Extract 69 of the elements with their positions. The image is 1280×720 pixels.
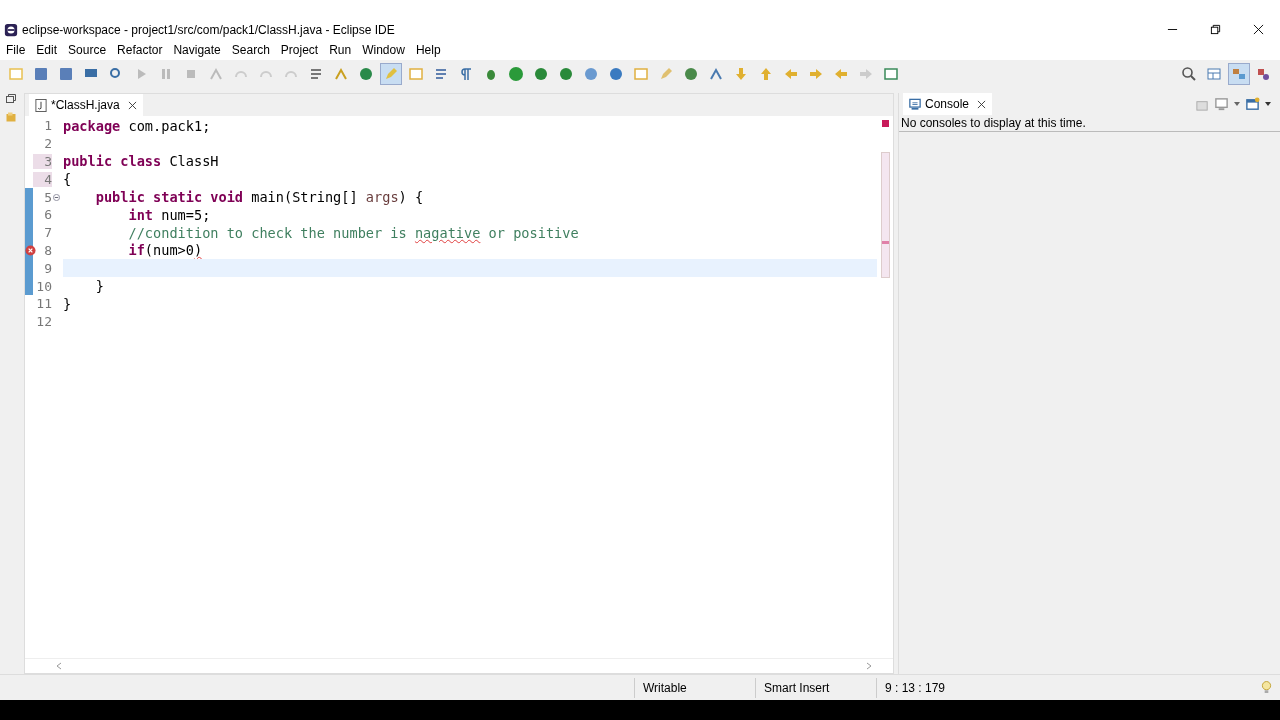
line-number: 1 bbox=[43, 118, 52, 134]
menu-item[interactable]: Run bbox=[329, 43, 352, 57]
highlight-icon[interactable] bbox=[381, 63, 401, 84]
code-token: (num>0 bbox=[144, 242, 194, 259]
error-marker bbox=[881, 120, 889, 127]
close-icon[interactable] bbox=[1253, 24, 1264, 35]
code-token: ) bbox=[193, 242, 203, 259]
java-file-icon bbox=[35, 98, 47, 112]
line-number: 9 bbox=[43, 260, 52, 276]
code-token: main(String[] bbox=[250, 189, 359, 206]
status-text: Writable bbox=[634, 677, 755, 698]
close-icon[interactable] bbox=[127, 100, 137, 110]
code-token: ) { bbox=[398, 189, 424, 206]
status-text: Smart Insert bbox=[755, 677, 876, 698]
code-token: nagative bbox=[414, 224, 481, 241]
console-icon bbox=[909, 97, 921, 111]
new-console-icon[interactable] bbox=[1245, 96, 1260, 112]
menu-item[interactable]: Project bbox=[280, 43, 319, 57]
code-token: num=5; bbox=[160, 206, 211, 223]
menu-item[interactable]: Search bbox=[231, 43, 270, 57]
line-number: 10 bbox=[35, 278, 52, 294]
close-icon[interactable] bbox=[977, 99, 987, 109]
menu-item[interactable]: Navigate bbox=[173, 43, 221, 57]
code-token: package bbox=[63, 117, 121, 134]
scroll-left-icon[interactable] bbox=[55, 662, 63, 670]
line-number: 4 bbox=[33, 171, 52, 187]
menu-item[interactable]: Source bbox=[68, 43, 107, 57]
code-token: } bbox=[63, 295, 72, 312]
perspective-icon[interactable] bbox=[1229, 63, 1249, 84]
collapse-icon[interactable] bbox=[53, 193, 60, 201]
menu-item[interactable]: Edit bbox=[36, 43, 58, 57]
menu-item[interactable]: Refactor bbox=[117, 43, 163, 57]
menu-item[interactable]: Help bbox=[415, 43, 441, 57]
status-text: 9 : 13 : 179 bbox=[876, 677, 993, 698]
line-number: 6 bbox=[43, 207, 52, 223]
editor-tab[interactable]: *ClassH.java bbox=[29, 94, 143, 116]
caret-icon[interactable] bbox=[1233, 100, 1241, 108]
restore-icon[interactable] bbox=[5, 93, 17, 105]
code-token: { bbox=[63, 171, 72, 188]
menu-item[interactable]: File bbox=[6, 43, 26, 57]
code-token: public class bbox=[63, 153, 162, 170]
line-number: 7 bbox=[43, 225, 52, 241]
code-token: args bbox=[365, 189, 399, 206]
scroll-right-icon[interactable] bbox=[865, 662, 873, 670]
package-icon[interactable] bbox=[5, 111, 17, 123]
code-token: int bbox=[127, 206, 154, 223]
window-title: eclipse-workspace - project1/src/com/pack1/ClassH.java - Eclipse IDE bbox=[22, 23, 395, 37]
console-message: No consoles to display at this time. bbox=[899, 115, 1280, 132]
line-number: 3 bbox=[33, 154, 52, 169]
code-token: //condition to check the number is bbox=[127, 224, 408, 241]
code-token: com.pack1; bbox=[127, 117, 211, 134]
app-icon bbox=[4, 23, 18, 37]
restore-icon[interactable] bbox=[1210, 24, 1221, 35]
display-console-icon[interactable] bbox=[1214, 96, 1229, 112]
console-tab[interactable]: Console bbox=[903, 93, 993, 115]
line-number: 12 bbox=[35, 314, 52, 330]
horizontal-scrollbar[interactable] bbox=[25, 658, 893, 673]
code-token: if bbox=[127, 242, 145, 259]
lightbulb-icon[interactable] bbox=[1261, 680, 1272, 695]
code-token: or positive bbox=[487, 224, 579, 241]
menu-item[interactable]: Window bbox=[362, 43, 405, 57]
code-token: } bbox=[94, 278, 104, 295]
line-number: 5 bbox=[43, 189, 52, 205]
line-number: 8 bbox=[43, 242, 52, 258]
line-number: 2 bbox=[43, 136, 52, 152]
code-token: ClassH bbox=[168, 153, 219, 170]
code-token: public static void bbox=[94, 189, 244, 206]
caret-icon[interactable] bbox=[1264, 100, 1272, 108]
line-number: 11 bbox=[35, 296, 52, 312]
